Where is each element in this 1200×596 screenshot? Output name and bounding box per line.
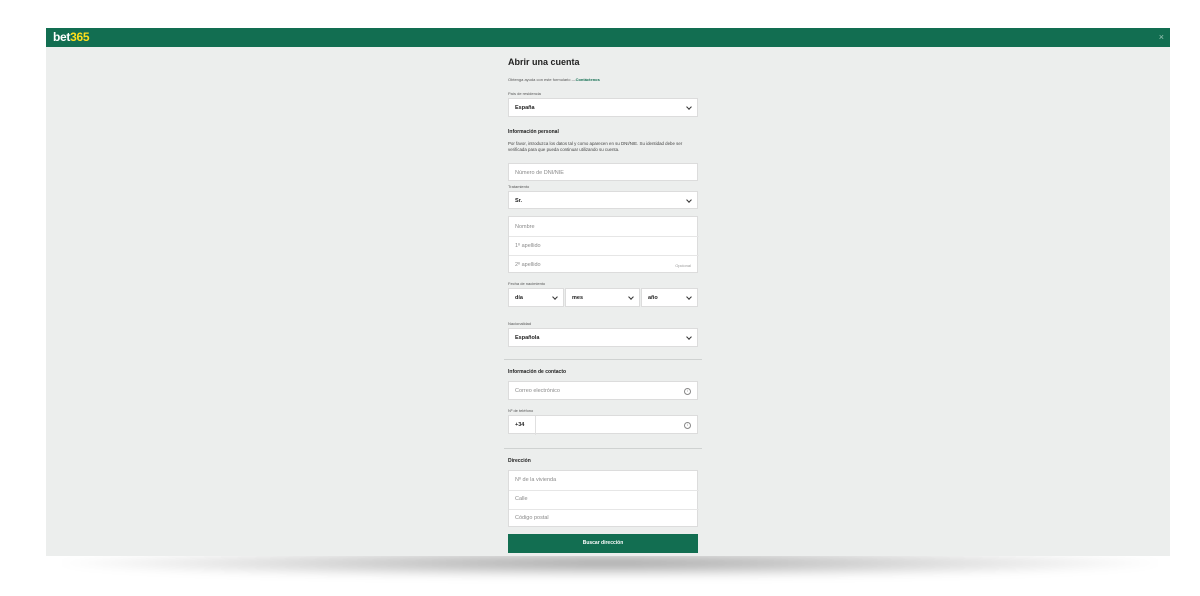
top-bar: bet365 × (46, 28, 1170, 47)
chevron-down-icon (552, 294, 558, 300)
personal-info-heading: Información personal (508, 129, 559, 135)
id-number-placeholder: Número de DNI/NIE (515, 170, 564, 176)
id-number-input[interactable]: Número de DNI/NIE (508, 163, 698, 181)
help-text-label: Obtenga ayuda con este formulario — (508, 77, 576, 82)
title-value: Sr. (515, 198, 523, 204)
street-input[interactable]: Calle (515, 496, 528, 502)
surname1-input[interactable]: 1º apellido (515, 243, 541, 249)
country-label: País de residencia (508, 91, 541, 96)
app-window: bet365 × Abrir una cuenta Obtenga ayuda … (46, 28, 1170, 556)
search-address-button[interactable]: Buscar dirección (508, 534, 698, 553)
section-divider (504, 359, 702, 360)
country-select[interactable]: España (508, 98, 698, 117)
nationality-select[interactable]: Española (508, 328, 698, 347)
section-divider (504, 448, 702, 449)
prefix-divider (535, 416, 536, 435)
info-icon[interactable]: i (684, 422, 691, 429)
title-select[interactable]: Sr. (508, 191, 698, 209)
address-group: Nº de la vivienda Calle Código postal (508, 470, 699, 527)
dob-year-select[interactable]: año (641, 288, 698, 307)
row-divider (509, 490, 699, 491)
help-text: Obtenga ayuda con este formulario —Contá… (508, 77, 600, 82)
dob-year-value: año (648, 295, 658, 301)
first-name-input[interactable]: Nombre (515, 224, 535, 230)
nationality-label: Nacionalidad (508, 321, 532, 326)
phone-input[interactable]: +34 i (508, 415, 698, 435)
title-label: Tratamiento (508, 184, 530, 189)
chevron-down-icon (686, 104, 692, 110)
close-icon[interactable]: × (1159, 31, 1164, 43)
contact-link[interactable]: Contáctenos (576, 77, 600, 82)
dob-month-value: mes (572, 295, 584, 301)
info-icon[interactable]: i (684, 388, 691, 395)
email-placeholder: Correo electrónico (515, 388, 560, 394)
chevron-down-icon (686, 294, 692, 300)
email-input[interactable]: Correo electrónico i (508, 381, 698, 400)
address-heading: Dirección (508, 458, 531, 464)
logo-text: bet (53, 30, 71, 44)
logo-number: 365 (70, 30, 90, 44)
surname2-input[interactable]: 2º apellido (515, 262, 541, 268)
chevron-down-icon (686, 334, 692, 340)
dob-day-value: día (515, 295, 523, 301)
name-group: Nombre 1º apellido 2º apellido Opcional (508, 216, 699, 273)
country-value: España (515, 105, 535, 111)
chevron-down-icon (686, 197, 692, 203)
phone-label: Nº de teléfono (508, 408, 534, 413)
dob-day-select[interactable]: día (508, 288, 564, 307)
phone-prefix[interactable]: +34 (515, 422, 524, 428)
row-divider (509, 509, 699, 510)
optional-label: Opcional (675, 263, 691, 268)
dob-month-select[interactable]: mes (565, 288, 640, 307)
bet365-logo[interactable]: bet365 (53, 30, 90, 44)
personal-info-description: Por favor, introduzca los datos tal y co… (508, 141, 683, 152)
row-divider (509, 255, 699, 256)
row-divider (509, 236, 699, 237)
contact-info-heading: Información de contacto (508, 369, 567, 375)
nationality-value: Española (515, 335, 540, 341)
dob-label: Fecha de nacimiento (508, 281, 546, 286)
chevron-down-icon (628, 294, 634, 300)
house-number-input[interactable]: Nº de la vivienda (515, 477, 556, 483)
postcode-input[interactable]: Código postal (515, 515, 549, 521)
page-title: Abrir una cuenta (508, 57, 580, 67)
